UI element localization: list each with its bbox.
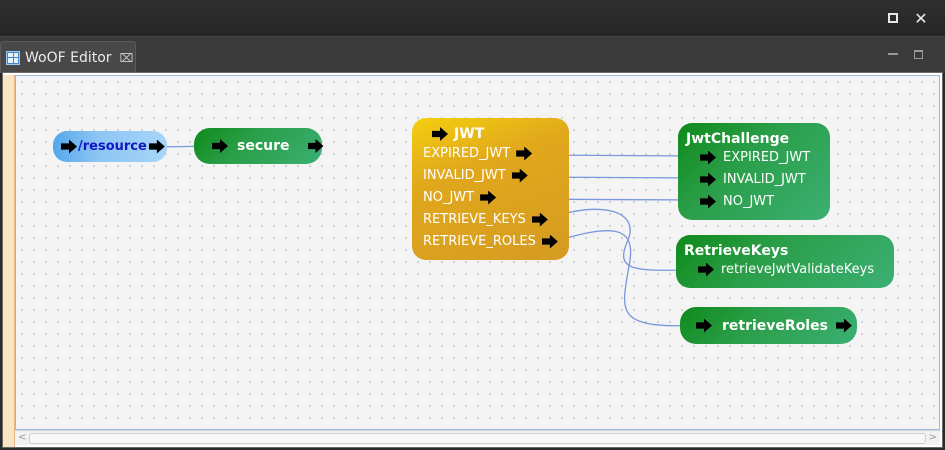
node-retrieve-keys-title: RetrieveKeys [684,243,789,259]
node-jwt-challenge-title: JwtChallenge [686,131,790,147]
scrollbar-thumb[interactable] [29,433,926,444]
node-resource[interactable]: /resource [53,131,167,162]
input-expired-jwt[interactable]: EXPIRED_JWT [700,150,810,165]
woof-editor-icon [6,50,20,65]
node-jwt[interactable]: JWT EXPIRED_JWT INVALID_JWT NO_JWT RETRI… [412,118,569,260]
output-arrow-icon[interactable] [835,318,852,333]
node-secure-label: secure [237,138,290,154]
node-jwt-challenge[interactable]: JwtChallenge EXPIRED_JWT INVALID_JWT NO_… [678,123,830,220]
input-label: INVALID_JWT [723,172,806,187]
input-invalid-jwt[interactable]: INVALID_JWT [700,172,806,187]
output-label: EXPIRED_JWT [423,146,511,161]
output-arrow-icon[interactable] [480,190,497,205]
output-arrow-icon[interactable] [541,234,558,249]
output-label: INVALID_JWT [423,168,506,183]
window-titlebar: ✕ [0,0,945,36]
node-secure[interactable]: secure [194,128,324,164]
input-arrow-icon[interactable] [61,139,77,154]
input-label: NO_JWT [723,194,775,209]
input-arrow-icon[interactable] [432,127,448,141]
input-arrow-icon[interactable] [212,139,228,153]
scroll-left-icon[interactable]: < [18,432,26,443]
close-icon[interactable]: ✕ [912,9,930,28]
tab-close-icon[interactable]: ⌧ [120,51,134,65]
output-expired-jwt[interactable]: EXPIRED_JWT [423,146,533,161]
output-arrow-icon[interactable] [307,139,324,153]
node-retrieve-roles-label: retrieveRoles [722,317,828,334]
output-arrow-icon[interactable] [511,168,528,183]
input-retrieve-jwt-validate-keys[interactable]: retrieveJwtValidateKeys [698,262,874,277]
vertical-ruler [3,75,15,447]
node-retrieve-keys[interactable]: RetrieveKeys retrieveJwtValidateKeys [676,235,894,288]
output-label: NO_JWT [423,190,475,205]
tab-label: WoOF Editor [25,49,112,66]
node-retrieve-roles[interactable]: retrieveRoles [680,307,857,344]
input-arrow-icon[interactable] [700,150,716,165]
output-no-jwt[interactable]: NO_JWT [423,190,497,205]
input-arrow-icon[interactable] [698,262,714,277]
tab-woof-editor[interactable]: WoOF Editor ⌧ [0,41,136,73]
input-label: retrieveJwtValidateKeys [721,262,875,277]
editor-tab-strip: WoOF Editor ⌧ [0,36,945,73]
minimize-view-icon[interactable] [888,49,898,59]
maximize-icon[interactable] [884,9,902,27]
input-arrow-icon[interactable] [700,172,716,187]
output-invalid-jwt[interactable]: INVALID_JWT [423,168,528,183]
maximize-view-icon[interactable] [914,49,924,59]
scroll-right-icon[interactable]: > [929,432,937,443]
input-arrow-icon[interactable] [696,318,712,333]
output-label: RETRIEVE_ROLES [423,234,536,249]
output-arrow-icon[interactable] [531,212,548,227]
input-no-jwt[interactable]: NO_JWT [700,194,774,209]
input-arrow-icon[interactable] [700,194,716,209]
output-retrieve-roles[interactable]: RETRIEVE_ROLES [423,234,558,249]
horizontal-scrollbar[interactable]: < > [15,430,940,445]
node-resource-label: /resource [78,139,147,154]
input-label: EXPIRED_JWT [723,150,811,165]
output-arrow-icon[interactable] [148,139,165,154]
output-retrieve-keys[interactable]: RETRIEVE_KEYS [423,212,548,227]
output-arrow-icon[interactable] [516,146,533,161]
node-jwt-title: JWT [454,126,485,142]
output-label: RETRIEVE_KEYS [423,212,526,227]
